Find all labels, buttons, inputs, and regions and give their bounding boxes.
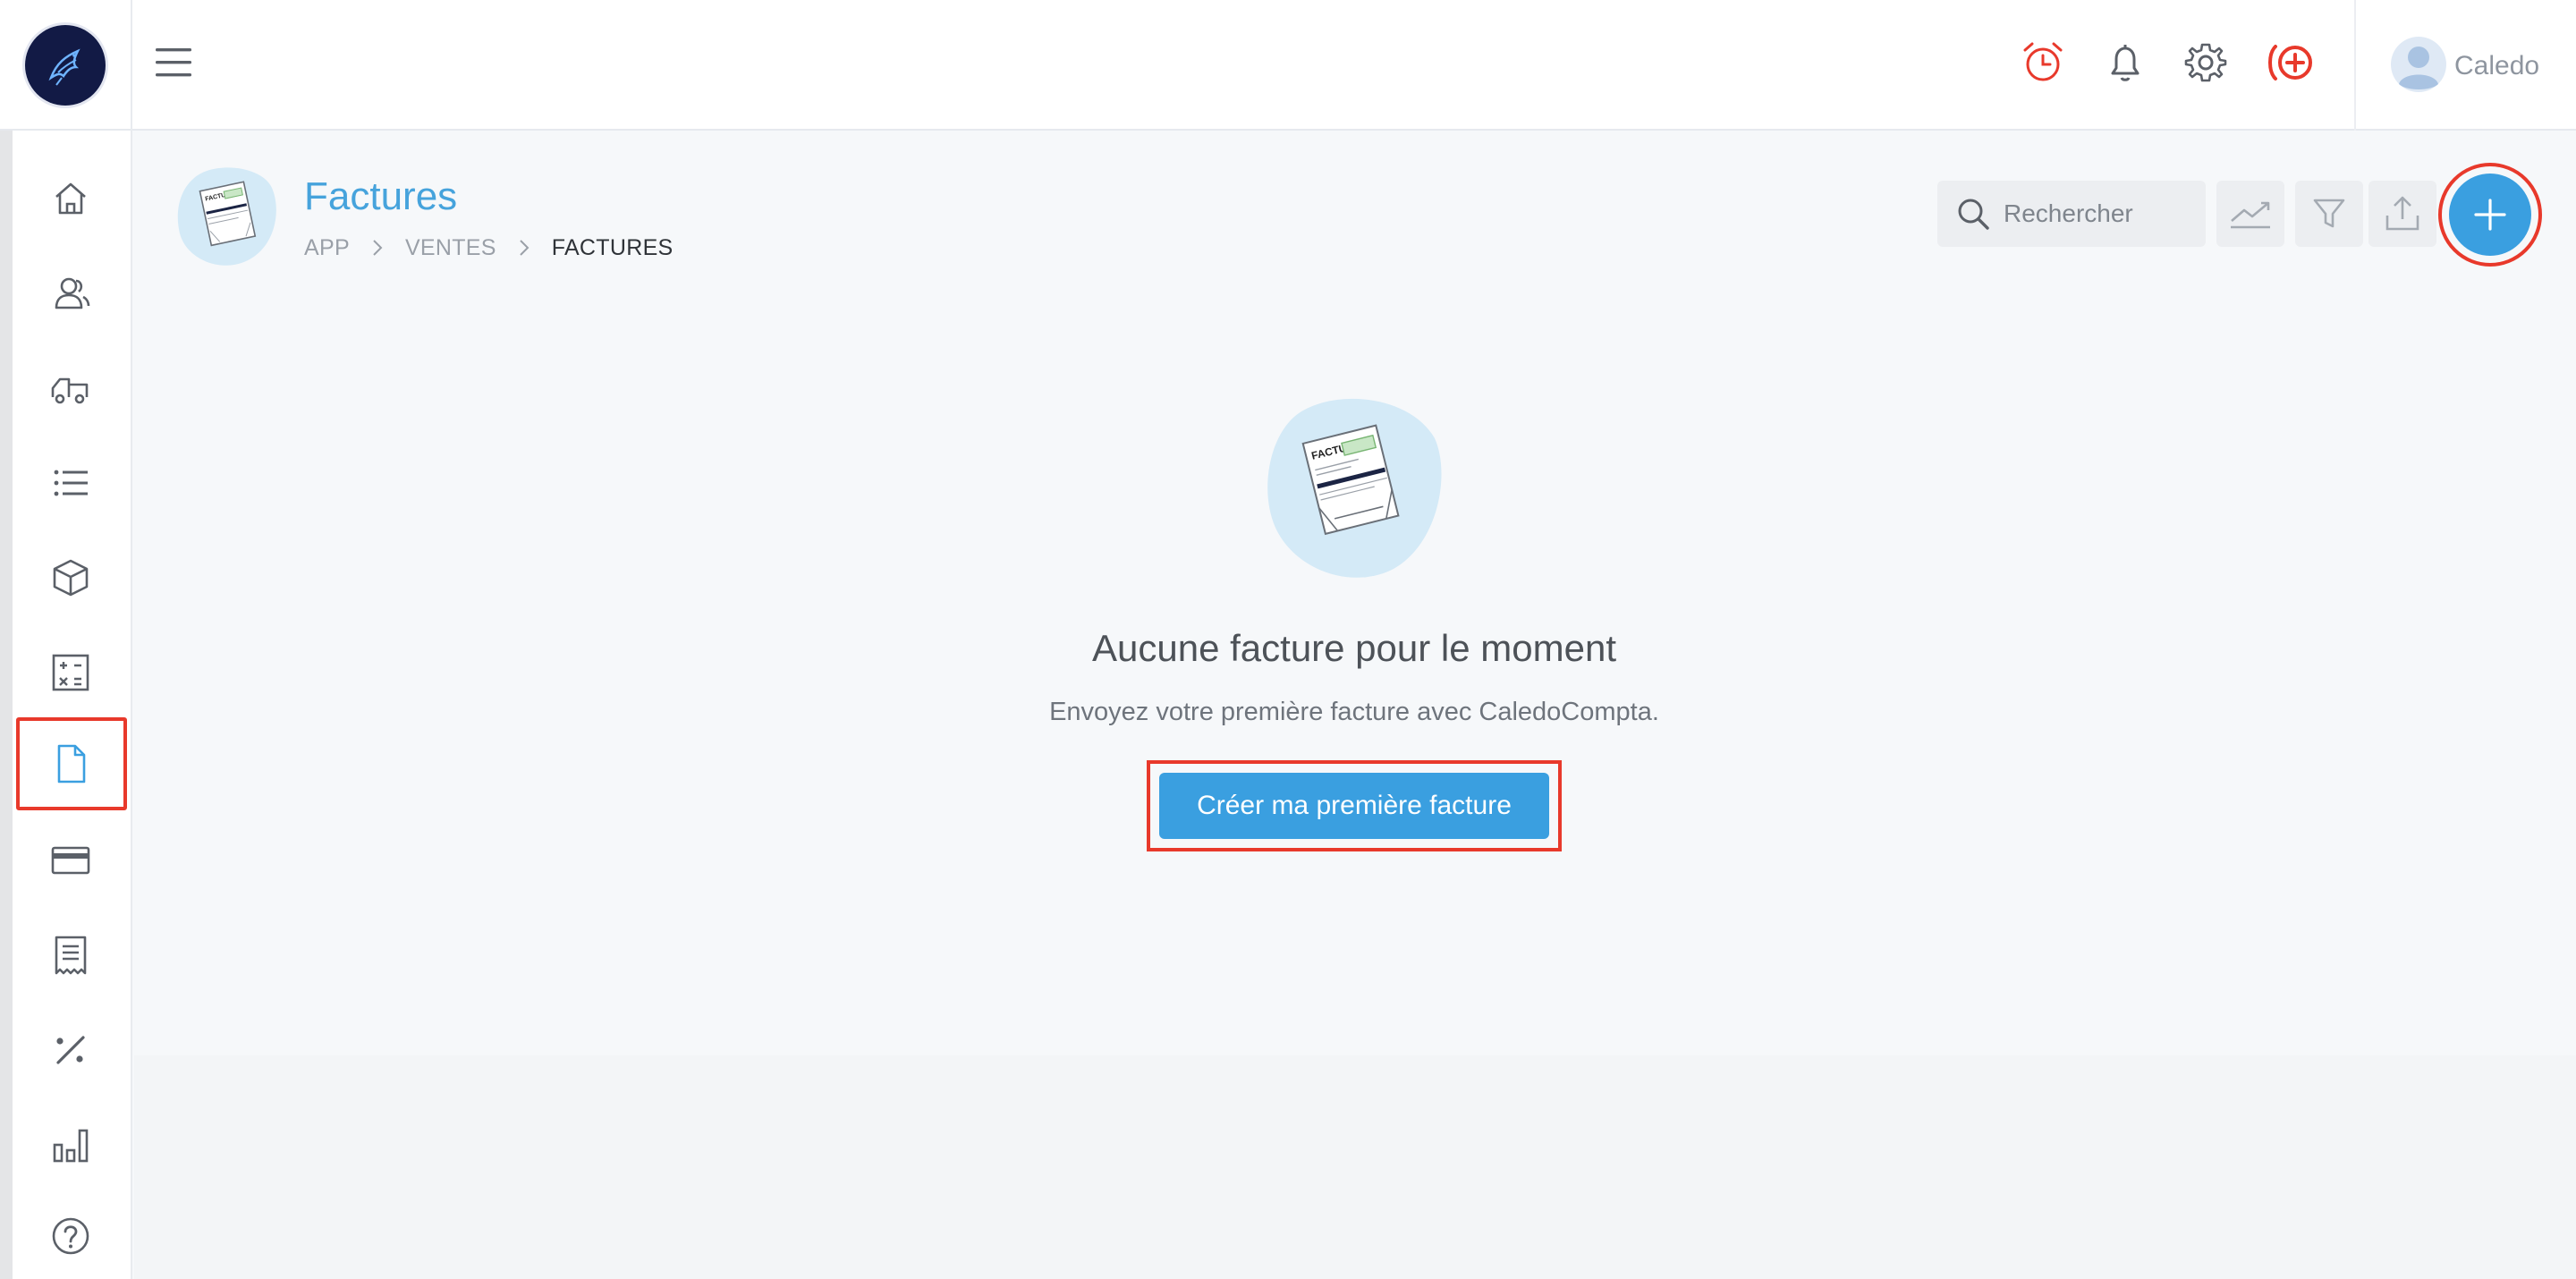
search-box[interactable]	[1937, 181, 2206, 247]
header-divider	[2354, 0, 2356, 131]
sidebar-item-taxes[interactable]	[18, 1007, 123, 1093]
sidebar-item-payments[interactable]	[18, 817, 123, 903]
calculator-icon	[52, 654, 89, 691]
percent-icon	[56, 1036, 85, 1064]
filter-icon	[2313, 199, 2345, 228]
empty-invoice-illustration: FACTURE	[1259, 394, 1445, 580]
sidebar-item-home[interactable]	[18, 156, 123, 241]
breadcrumb: APP VENTES FACTURES	[304, 234, 674, 261]
export-button[interactable]	[2368, 181, 2436, 247]
top-header: Caledo	[0, 0, 2576, 131]
sidebar-item-receipts[interactable]	[18, 912, 123, 998]
breadcrumb-factures: FACTURES	[551, 234, 674, 260]
add-invoice-button[interactable]	[2449, 174, 2531, 256]
bar-chart-icon	[53, 1129, 89, 1163]
avatar[interactable]	[2390, 36, 2447, 93]
home-icon	[55, 182, 86, 215]
receipt-icon	[55, 936, 87, 975]
search-icon	[1958, 199, 1989, 230]
stats-button[interactable]	[2216, 181, 2284, 247]
help-icon	[52, 1217, 89, 1255]
sidebar	[0, 131, 132, 1279]
logo-area	[0, 0, 132, 131]
user-name[interactable]: Caledo	[2454, 50, 2539, 82]
sidebar-item-invoices[interactable]	[16, 717, 127, 810]
create-first-invoice-button[interactable]: Créer ma première facture	[1159, 773, 1549, 839]
sidebar-item-accounting[interactable]	[18, 630, 123, 716]
sidebar-edge	[0, 131, 13, 1279]
breadcrumb-app[interactable]: APP	[304, 235, 350, 261]
invoice-illustration: FACTURE	[175, 163, 281, 270]
chevron-right-icon	[371, 238, 384, 258]
breadcrumb-ventes[interactable]: VENTES	[405, 235, 496, 261]
document-icon	[57, 744, 86, 783]
hamburger-menu-icon[interactable]	[154, 43, 195, 82]
users-icon	[55, 277, 90, 309]
page-title: Factures	[304, 174, 458, 218]
list-icon	[54, 470, 88, 496]
gear-icon[interactable]	[2181, 38, 2231, 88]
filter-button[interactable]	[2295, 181, 2363, 247]
truck-icon	[51, 377, 89, 404]
sidebar-item-help[interactable]	[18, 1193, 123, 1279]
upload-icon	[2385, 196, 2419, 231]
search-input[interactable]	[2002, 199, 2202, 229]
empty-state-subtitle: Envoyez votre première facture avec Cale…	[1049, 698, 1659, 726]
chevron-right-icon	[518, 238, 530, 258]
trend-chart-icon	[2231, 201, 2270, 229]
sidebar-item-lists[interactable]	[18, 440, 123, 526]
credit-card-icon	[51, 846, 90, 875]
bell-icon[interactable]	[2100, 38, 2150, 88]
empty-state-title: Aucune facture pour le moment	[1092, 627, 1616, 669]
alarm-clock-icon[interactable]	[2018, 38, 2068, 88]
bird-logo-icon[interactable]	[25, 25, 106, 106]
plus-icon	[2474, 199, 2506, 231]
sidebar-item-products[interactable]	[18, 535, 123, 621]
add-circle-icon[interactable]	[2263, 38, 2320, 88]
box-icon	[53, 559, 89, 597]
content-bottom-area	[134, 1055, 2576, 1279]
sidebar-item-reports[interactable]	[18, 1102, 123, 1188]
sidebar-item-purchases[interactable]	[18, 345, 123, 431]
sidebar-item-contacts[interactable]	[18, 250, 123, 336]
